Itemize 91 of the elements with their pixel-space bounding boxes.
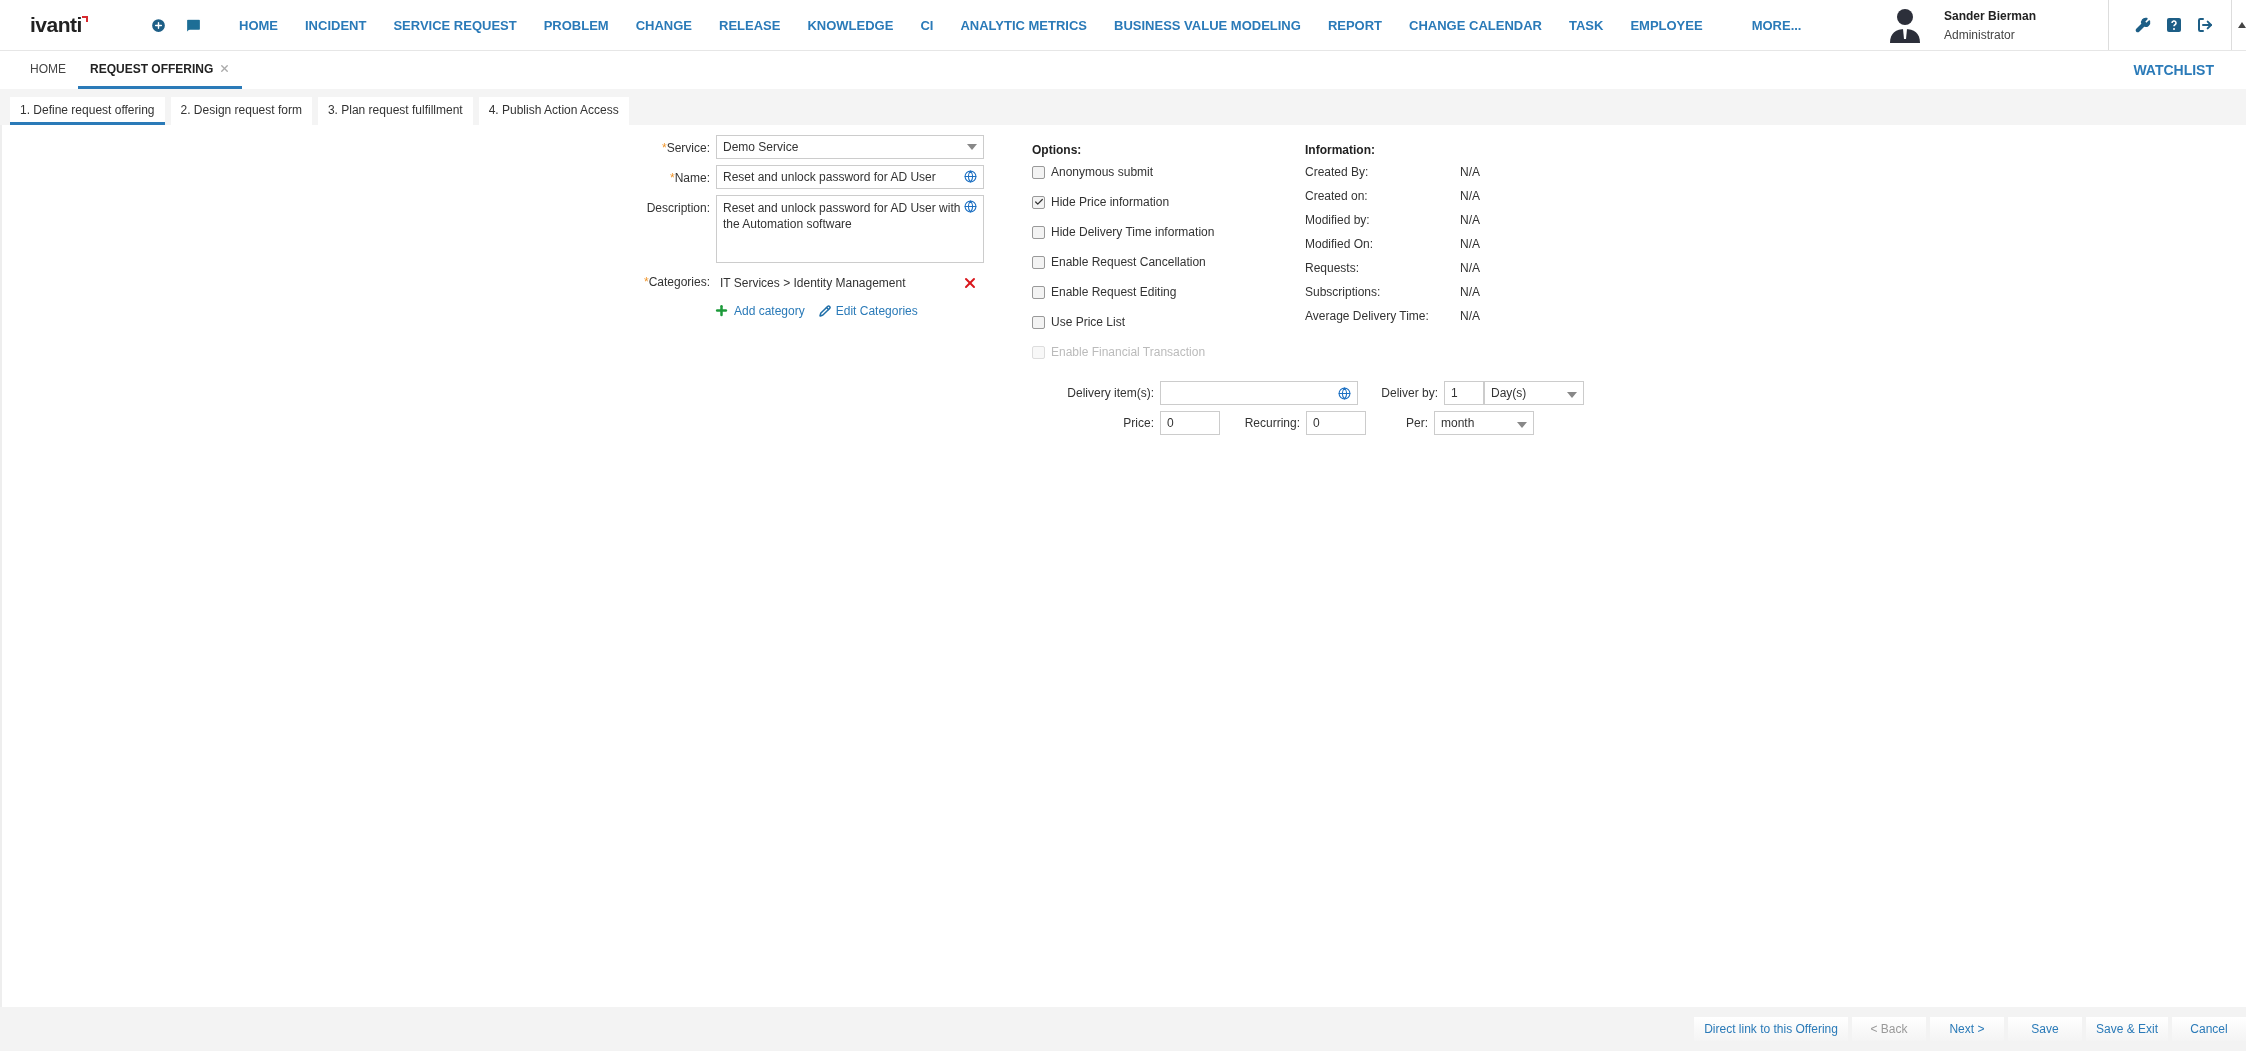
field-label: *Service: [660,140,710,155]
field-label: Recurring: [1243,416,1300,430]
checkbox[interactable] [1032,165,1045,179]
checkbox[interactable] [1032,255,1045,269]
section-title: Options: [1032,142,1083,157]
field-label: Per: [1405,416,1428,430]
checkbox[interactable] [1032,195,1045,209]
section-title: Information: [1305,142,1376,157]
more-menu[interactable]: MORE... [1751,17,1802,33]
chat-icon[interactable] [185,16,202,34]
recurring-field[interactable]: 0 [1306,411,1366,435]
nav-item[interactable]: EMPLOYEE [1630,17,1703,33]
nav-item[interactable]: ANALYTIC METRICS [960,17,1088,33]
pencil-icon[interactable] [818,304,831,317]
user-role: Administrator [1944,27,2016,42]
dropdown-caret-icon[interactable] [1567,392,1577,398]
watchlist-link[interactable]: WATCHLIST [2133,62,2214,78]
settings-icon[interactable] [2135,17,2151,33]
nav-item[interactable]: HOME [239,17,278,33]
option-label: Hide Price information [1051,195,1170,209]
info-value: N/A [1460,213,1480,227]
nav-item[interactable]: INCIDENT [305,17,367,33]
nav-item[interactable]: CI [920,17,934,33]
field-label: *Name: [669,170,710,185]
option-label: Enable Request Editing [1051,285,1177,299]
step-tab[interactable]: 2. Design request form [170,97,312,125]
delivery-items-field[interactable] [1160,381,1358,405]
description-field[interactable]: Reset and unlock password for AD User with the Automation software [716,195,984,263]
nav-item[interactable]: TASK [1568,17,1604,33]
name-field[interactable]: Reset and unlock password for AD User [716,165,984,189]
user-avatar-icon [1888,7,1922,43]
info-value: N/A [1460,285,1480,299]
add-category-link[interactable]: Add category [714,303,805,318]
edit-categories-link[interactable]: Edit Categories [818,303,918,318]
info-label: Subscriptions: [1305,285,1382,299]
add-icon[interactable] [150,16,167,34]
field-label: Price: [1122,416,1154,430]
nav-item[interactable]: CHANGE [635,17,693,33]
field-label: Deliver by: [1380,386,1438,400]
info-value: N/A [1460,261,1480,275]
option-label: Enable Request Cancellation [1051,255,1206,269]
info-label: Requests: [1305,261,1361,275]
price-field[interactable]: 0 [1160,411,1220,435]
logout-icon[interactable] [2197,17,2213,33]
checkbox[interactable] [1032,315,1045,329]
help-icon[interactable] [2167,18,2181,32]
field-label: *Categories: [642,274,710,289]
remove-icon[interactable] [962,275,978,291]
option-label: Anonymous submit [1051,165,1154,179]
globe-icon[interactable] [964,200,977,213]
nav-item[interactable]: CHANGE CALENDAR [1409,17,1542,33]
dropdown-caret-icon[interactable] [1517,422,1527,428]
nav-item[interactable]: RELEASE [719,17,781,33]
plus-icon[interactable] [714,303,729,318]
step-tab[interactable]: 3. Plan request fulfillment [317,97,473,125]
info-value: N/A [1460,237,1480,251]
field-label: Delivery item(s): [1066,386,1154,400]
dropdown-caret-icon[interactable] [967,144,977,150]
option-label: Use Price List [1051,315,1126,329]
step-tab[interactable]: 4. Publish Action Access [478,97,629,125]
category-path: IT Services > Identity Management [720,276,906,290]
step-tab[interactable]: 1. Define request offering [10,97,165,125]
logo[interactable]: ivanti [30,13,82,37]
nav-item[interactable]: BUSINESS VALUE MODELING [1114,17,1301,33]
service-select[interactable]: Demo Service [716,135,984,159]
option-label: Enable Financial Transaction [1051,345,1206,359]
info-value: N/A [1460,165,1480,179]
info-label: Created on: [1305,189,1369,203]
period-select[interactable]: month [1434,411,1534,435]
page-tab[interactable]: HOME [18,51,78,89]
info-label: Modified by: [1305,213,1371,227]
info-label: Average Delivery Time: [1305,309,1430,323]
globe-icon[interactable] [964,170,977,183]
scroll-up-icon[interactable] [2238,22,2246,28]
info-label: Created By: [1305,165,1370,179]
info-value: N/A [1460,189,1480,203]
unit-select[interactable]: Day(s) [1484,381,1584,405]
logo-mark-icon [81,16,88,22]
user-name: Sander Bierman [1944,8,2037,23]
deliver-by-field[interactable]: 1 [1444,381,1484,405]
info-value: N/A [1460,309,1480,323]
field-label: Description: [645,200,710,215]
checkbox[interactable] [1032,285,1045,299]
checkbox[interactable] [1032,225,1045,239]
nav-item[interactable]: KNOWLEDGE [807,17,894,33]
info-label: Modified On: [1305,237,1375,251]
nav-item[interactable]: SERVICE REQUEST [393,17,517,33]
nav-item[interactable]: PROBLEM [543,17,609,33]
option-label: Hide Delivery Time information [1051,225,1215,239]
globe-icon[interactable] [1338,386,1351,400]
nav-item[interactable]: REPORT [1327,17,1383,33]
